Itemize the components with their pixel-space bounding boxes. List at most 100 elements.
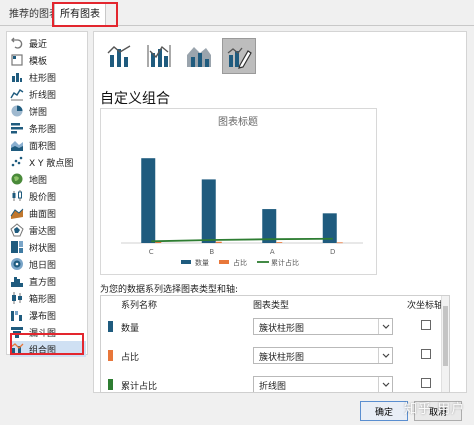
clustered-column-line-icon xyxy=(107,45,131,67)
histogram-chart-icon xyxy=(11,277,23,287)
sidebar-item-template[interactable]: 模板 xyxy=(10,52,86,68)
chart-category-list: 最近模板柱形图折线图饼图条形图面积图 X Y 散点图地图 股价图 曲面图雷达图树状图旭… xyxy=(6,31,88,357)
x-tick-label: C xyxy=(149,248,154,256)
bar-占比 xyxy=(215,241,222,243)
sidebar-item-label: 条形图 xyxy=(29,124,57,135)
bar-chart-icon xyxy=(11,123,23,134)
series-row: 数量 簇状柱形图 xyxy=(101,312,449,340)
sidebar-item-label: 箱形图 xyxy=(29,294,57,305)
secondary-axis-checkbox[interactable] xyxy=(421,349,431,359)
custom-combination-icon xyxy=(227,47,252,69)
scrollbar-thumb[interactable] xyxy=(443,306,448,366)
selected-chart-type: 簇状柱形图 xyxy=(259,353,305,363)
sidebar-item-combo-chart[interactable]: 组合图 xyxy=(10,341,86,357)
clustered-column-line-secondary-axis-icon xyxy=(147,45,171,67)
series-chart-type-dropdown[interactable]: 簇状柱形图 xyxy=(253,347,393,364)
bar-占比 xyxy=(276,242,283,243)
selected-chart-type: 簇状柱形图 xyxy=(259,324,305,334)
header-series-name: 系列名称 xyxy=(121,301,158,311)
selected-chart-type: 折线图 xyxy=(259,382,287,392)
scatter-chart-icon xyxy=(11,156,23,167)
series-name: 占比 xyxy=(121,353,140,363)
sidebar-item-undo[interactable]: 最近 xyxy=(10,35,86,51)
chart-preview-svg: 图表标题 C B A D 数量 占比 累计占比 xyxy=(121,115,363,267)
sidebar-item-label: 漏斗图 xyxy=(29,328,57,339)
series-table-scrollbar[interactable] xyxy=(441,296,449,392)
legend-label: 占比 xyxy=(233,258,247,267)
chart-subtype-clustered-column-line-secondary-axis[interactable] xyxy=(142,38,176,74)
series-table: 系列名称 图表类型 次坐标轴 数量 簇状柱形图 占比 簇状柱形图 累计占比 折线… xyxy=(100,295,450,393)
legend-label: 累计占比 xyxy=(271,258,299,267)
chevron-down-icon xyxy=(378,377,392,392)
series-chart-type-dropdown[interactable]: 簇状柱形图 xyxy=(253,318,393,335)
legend-label: 数量 xyxy=(195,258,209,267)
chart-subtype-clustered-column-line[interactable] xyxy=(102,38,136,74)
chart-subtype-stacked-area-clustered-column[interactable] xyxy=(182,38,216,74)
sidebar-item-label: 折线图 xyxy=(29,90,57,101)
tab-all-charts[interactable]: 所有图表 xyxy=(54,3,106,26)
secondary-axis-checkbox[interactable] xyxy=(421,320,431,330)
sidebar-item-column-chart[interactable]: 柱形图 xyxy=(10,69,86,85)
map-chart-icon xyxy=(11,173,23,185)
sidebar-item-label: 直方图 xyxy=(29,277,57,288)
header-chart-type: 图表类型 xyxy=(253,301,290,311)
sidebar-item-radar-chart[interactable]: 雷达图 xyxy=(10,222,86,238)
secondary-axis-checkbox[interactable] xyxy=(421,378,431,388)
stock-chart-icon xyxy=(12,190,22,201)
waterfall-chart-icon xyxy=(11,311,22,321)
sidebar-item-label: 面积图 xyxy=(29,141,57,152)
sidebar-item-label: X Y 散点图 xyxy=(29,158,74,169)
sidebar-item-bar-chart[interactable]: 条形图 xyxy=(10,120,86,136)
sidebar-item-pie-chart[interactable]: 饼图 xyxy=(10,103,86,119)
chevron-down-icon xyxy=(378,319,392,334)
sidebar-item-label: 模板 xyxy=(29,56,48,67)
chart-preview: 图表标题 C B A D 数量 占比 累计占比 xyxy=(100,108,377,275)
sunburst-chart-icon xyxy=(11,258,23,270)
sidebar-item-scatter-chart[interactable]: X Y 散点图 xyxy=(10,154,86,170)
bar-数量 xyxy=(201,179,216,243)
legend-key-占比 xyxy=(219,260,229,264)
bar-占比 xyxy=(336,242,343,244)
ok-button[interactable]: 确定 xyxy=(360,401,408,421)
watermark: 知乎 用户 xyxy=(404,402,466,417)
bar-数量 xyxy=(262,209,277,243)
sidebar-item-label: 树状图 xyxy=(29,243,57,254)
sidebar-item-funnel-chart[interactable]: 漏斗图 xyxy=(10,324,86,340)
sidebar-item-treemap-chart[interactable]: 树状图 xyxy=(10,239,86,255)
sidebar-item-waterfall-chart[interactable]: 瀑布图 xyxy=(10,307,86,323)
series-row: 占比 簇状柱形图 xyxy=(101,341,449,369)
area-chart-icon xyxy=(11,141,23,151)
sidebar-item-area-chart[interactable]: 面积图 xyxy=(10,137,86,153)
funnel-chart-icon xyxy=(11,327,23,338)
sidebar-item-histogram-chart[interactable]: 直方图 xyxy=(10,273,86,289)
x-tick-label: B xyxy=(209,248,214,256)
sidebar-item-line-chart[interactable]: 折线图 xyxy=(10,86,86,102)
template-icon xyxy=(11,54,23,66)
section-title: 自定义组合 xyxy=(100,91,170,107)
line-chart-icon xyxy=(10,89,24,101)
series-prompt: 为您的数据系列选择图表类型和轴: xyxy=(100,285,239,295)
chevron-down-icon xyxy=(378,348,392,363)
x-tick-label: A xyxy=(270,248,275,256)
treemap-chart-icon xyxy=(11,241,23,253)
column-chart-icon xyxy=(12,73,22,82)
legend-key-数量 xyxy=(181,260,191,264)
sidebar-item-map-chart[interactable]: 地图 xyxy=(10,171,86,187)
sidebar-item-stock-chart[interactable]: 股价图 xyxy=(10,188,86,204)
series-color-swatch xyxy=(108,379,113,390)
chart-options-panel: 自定义组合 图表标题 C B A D 数量 占比 累计占比 为您的数据系列选择图表类型和轴: … xyxy=(93,31,467,393)
sidebar-item-box-whisker-chart[interactable]: 箱形图 xyxy=(10,290,86,306)
sidebar-item-label: 柱形图 xyxy=(29,73,57,84)
chart-subtype-custom-combination[interactable] xyxy=(222,38,256,74)
sidebar-item-label: 旭日图 xyxy=(29,260,57,271)
sidebar-item-label: 雷达图 xyxy=(29,226,57,237)
surface-chart-icon xyxy=(10,208,24,219)
series-row: 累计占比 折线图 xyxy=(101,370,449,392)
sidebar-item-label: 最近 xyxy=(29,39,48,50)
pie-chart-icon xyxy=(11,105,23,117)
series-chart-type-dropdown[interactable]: 折线图 xyxy=(253,376,393,392)
sidebar-item-surface-chart[interactable]: 曲面图 xyxy=(10,205,86,221)
sidebar-item-sunburst-chart[interactable]: 旭日图 xyxy=(10,256,86,272)
series-color-swatch xyxy=(108,350,113,361)
series-color-swatch xyxy=(108,321,113,332)
